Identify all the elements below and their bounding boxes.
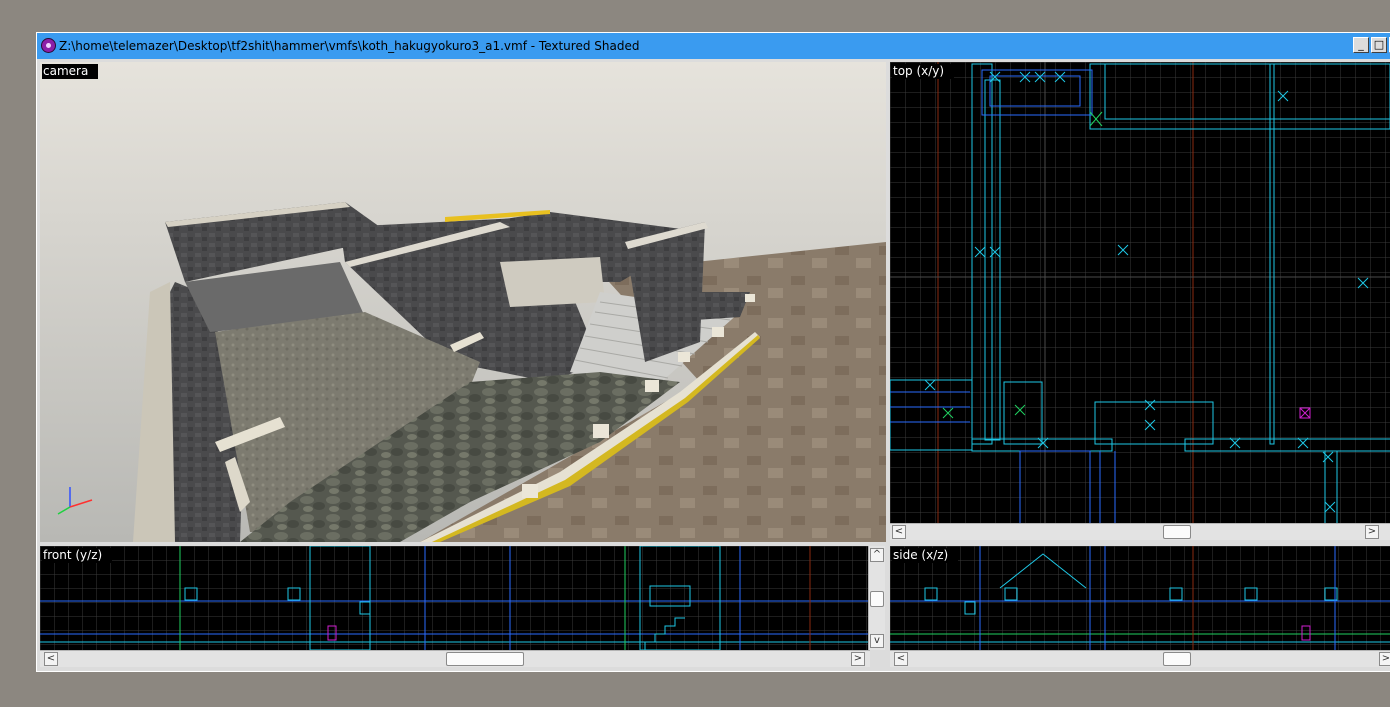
top-viewport-label: top (x/y) bbox=[892, 64, 955, 79]
scroll-thumb[interactable] bbox=[1163, 652, 1191, 666]
scroll-thumb[interactable] bbox=[1163, 525, 1191, 539]
camera-viewport-label: camera bbox=[42, 64, 99, 79]
title-bar[interactable]: Z:\home\telemazer\Desktop\tf2shit\hammer… bbox=[37, 33, 1390, 59]
maximize-button[interactable]: □ bbox=[1371, 37, 1387, 53]
scroll-left-arrow-icon[interactable]: < bbox=[44, 652, 58, 666]
window-title: Z:\home\telemazer\Desktop\tf2shit\hammer… bbox=[59, 39, 640, 53]
scroll-thumb[interactable] bbox=[446, 652, 524, 666]
scroll-down-arrow-icon[interactable]: v bbox=[870, 634, 884, 648]
camera-viewport[interactable]: camera bbox=[40, 62, 886, 542]
scroll-thumb-vertical[interactable] bbox=[870, 591, 884, 607]
front-viewport-vertical-scrollbar[interactable]: ^ v bbox=[868, 546, 885, 650]
side-view-wireframe bbox=[890, 546, 1390, 650]
minimize-button[interactable]: _ bbox=[1353, 37, 1369, 53]
side-viewport-horizontal-scrollbar[interactable]: < > bbox=[890, 650, 1390, 667]
scroll-left-arrow-icon[interactable]: < bbox=[894, 652, 908, 666]
scroll-up-arrow-icon[interactable]: ^ bbox=[870, 548, 884, 562]
top-viewport[interactable]: top (x/y) bbox=[890, 62, 1390, 525]
side-viewport[interactable]: side (x/z) bbox=[890, 546, 1390, 650]
scroll-left-arrow-icon[interactable]: < bbox=[892, 525, 906, 539]
hammer-app-icon bbox=[41, 38, 56, 53]
hammer-editor-window: Z:\home\telemazer\Desktop\tf2shit\hammer… bbox=[36, 32, 1390, 672]
scroll-right-arrow-icon[interactable]: > bbox=[1365, 525, 1379, 539]
scroll-right-arrow-icon[interactable]: > bbox=[1379, 652, 1390, 666]
front-viewport-horizontal-scrollbar[interactable]: < > bbox=[40, 650, 870, 667]
top-viewport-horizontal-scrollbar[interactable]: < > bbox=[890, 523, 1390, 540]
top-view-wireframe bbox=[890, 62, 1390, 525]
scroll-right-arrow-icon[interactable]: > bbox=[851, 652, 865, 666]
front-viewport-label: front (y/z) bbox=[42, 548, 113, 563]
side-viewport-label: side (x/z) bbox=[892, 548, 959, 563]
front-viewport[interactable]: front (y/z) bbox=[40, 546, 870, 650]
camera-3d-render bbox=[40, 62, 886, 542]
front-view-wireframe bbox=[40, 546, 870, 650]
